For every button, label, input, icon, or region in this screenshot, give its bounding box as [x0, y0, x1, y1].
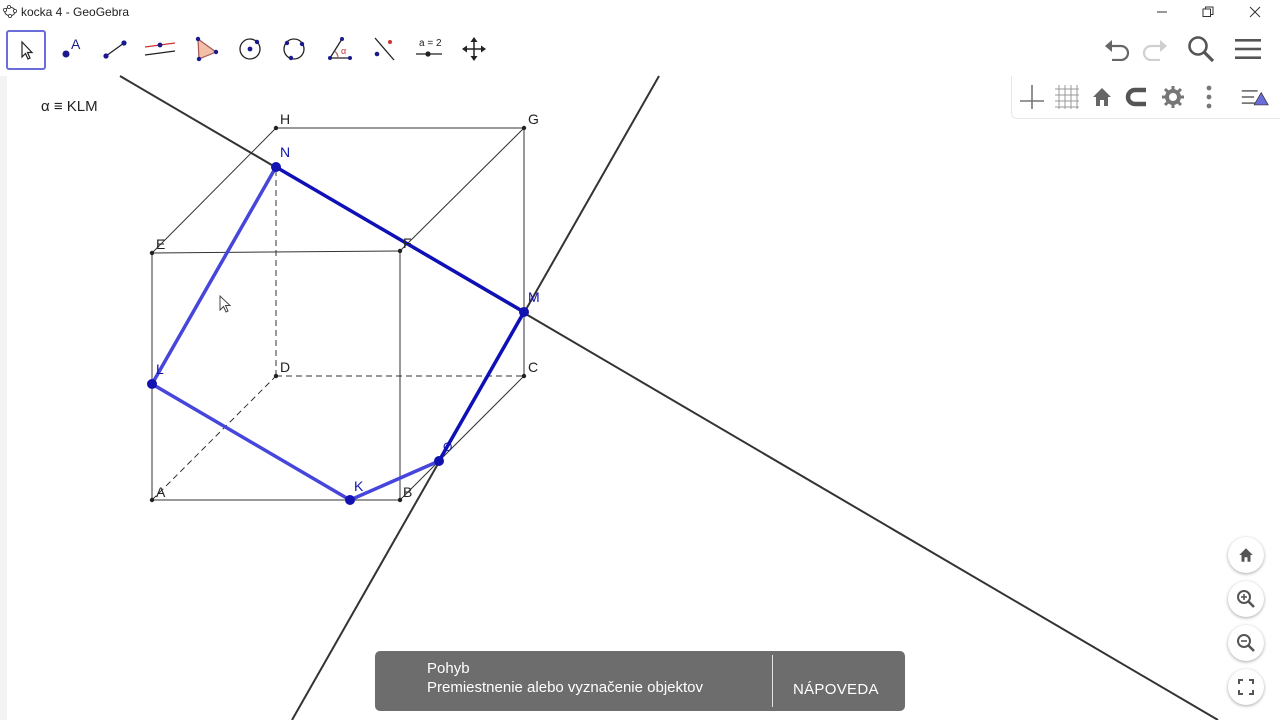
edge-eh[interactable] [151, 127, 277, 254]
label-d: D [280, 359, 290, 375]
section-segment-mo[interactable] [437, 310, 526, 463]
point-o[interactable] [434, 456, 444, 466]
vertex-d[interactable] [273, 373, 279, 379]
label-k: K [354, 478, 364, 494]
label-m: M [528, 289, 540, 305]
magnet-icon [1125, 87, 1146, 107]
more-vertical-icon [1206, 85, 1212, 109]
cube-edges [151, 127, 525, 501]
show-axes-button[interactable] [1017, 82, 1047, 112]
home-icon [1093, 88, 1111, 106]
section-segment-lk[interactable] [150, 382, 352, 502]
label-c: C [528, 359, 538, 375]
section-points [147, 162, 529, 505]
fullscreen-icon [1238, 679, 1254, 695]
show-grid-button[interactable] [1052, 82, 1082, 112]
edge-fg[interactable] [399, 127, 525, 252]
zoom-in-button[interactable] [1228, 581, 1264, 617]
label-l: L [156, 361, 164, 377]
edge-bc[interactable] [399, 375, 525, 501]
label-e: E [156, 236, 165, 252]
gear-icon [1162, 86, 1184, 108]
standard-view-button[interactable] [1087, 82, 1117, 112]
point-m[interactable] [519, 307, 529, 317]
vertex-g[interactable] [521, 125, 527, 131]
tool-name: Pohyb [427, 660, 470, 677]
fullscreen-button[interactable] [1228, 669, 1264, 705]
label-o: O [443, 440, 452, 454]
grid-icon [1055, 85, 1079, 109]
vertex-e[interactable] [149, 250, 155, 256]
hidden-edges [151, 167, 524, 501]
more-options-button[interactable] [1194, 82, 1224, 112]
zoom-out-icon [1237, 634, 1255, 652]
label-b: B [403, 484, 412, 500]
zoom-in-icon [1237, 590, 1255, 608]
point-k[interactable] [345, 495, 355, 505]
point-l[interactable] [147, 379, 157, 389]
toggle-style-bar-button[interactable] [1240, 82, 1270, 112]
vertex-h[interactable] [273, 125, 279, 131]
label-f: F [403, 235, 412, 251]
graphics-settings-button[interactable] [1158, 82, 1188, 112]
vertex-a[interactable] [149, 497, 155, 503]
label-a: A [156, 484, 166, 500]
point-n[interactable] [271, 162, 281, 172]
style-bar-toggle-icon [1241, 89, 1269, 106]
label-n: N [280, 144, 290, 160]
zoom-out-button[interactable] [1228, 625, 1264, 661]
vertex-f[interactable] [397, 248, 403, 254]
mouse-cursor-icon [219, 294, 232, 313]
axes-icon [1020, 85, 1044, 109]
plane-definition-label: α ≡ KLM [41, 98, 98, 115]
point-capturing-button[interactable] [1122, 82, 1152, 112]
section-segment-ko[interactable] [348, 459, 441, 502]
tool-description: Premiestnenie alebo vyznačenie objektov [427, 679, 703, 696]
graphics-style-bar [1011, 76, 1280, 119]
zoom-home-button[interactable] [1228, 537, 1264, 573]
label-h: H [280, 111, 290, 127]
home-icon [1239, 548, 1253, 562]
tool-help-snackbar: Pohyb Premiestnenie alebo vyznačenie obj… [375, 651, 905, 711]
help-button[interactable]: NÁPOVEDA [793, 681, 879, 698]
label-g: G [528, 111, 539, 127]
vertex-b[interactable] [397, 497, 403, 503]
vertex-c[interactable] [521, 373, 527, 379]
section-segment-ln[interactable] [150, 165, 278, 386]
section-polygon [150, 165, 526, 502]
snackbar-divider [772, 655, 773, 707]
